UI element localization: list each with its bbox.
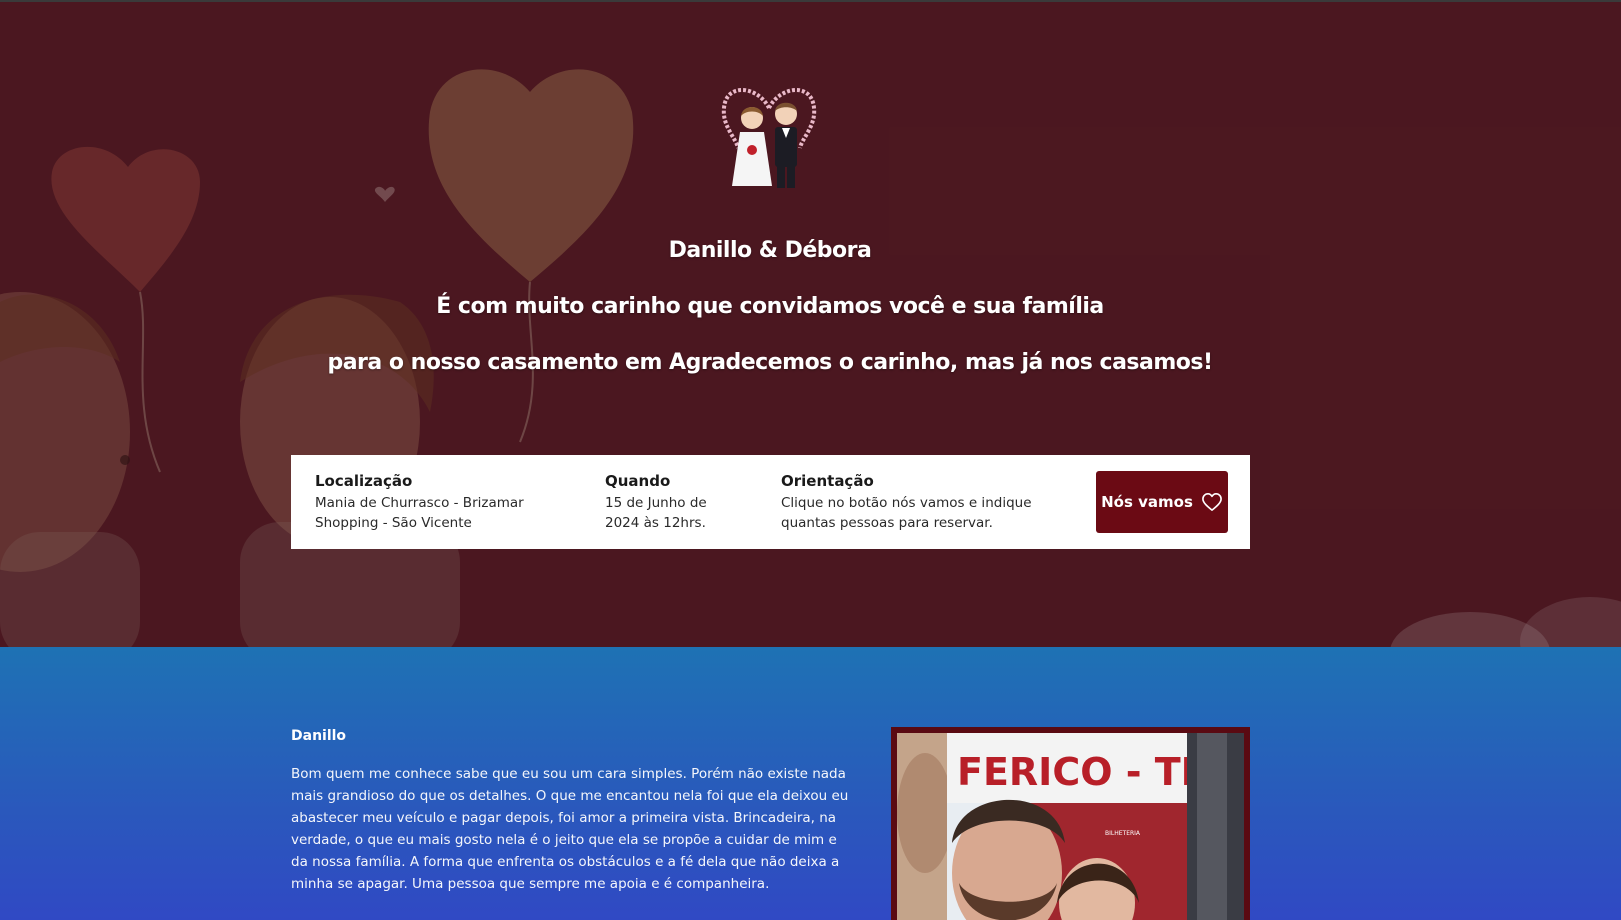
location-label: Localização	[315, 472, 413, 490]
location-block: Localização Mania de Churrasco - Brizama…	[315, 472, 565, 533]
invitation-line-2: para o nosso casamento em Agradecemos o …	[327, 350, 1213, 375]
hero-section: Danillo & Débora É com muito carinho que…	[0, 0, 1621, 647]
heart-icon	[1201, 493, 1222, 511]
date-block: Quando 15 de Junho de 2024 às 12hrs.	[605, 472, 745, 533]
couple-photo: FERICO - TRE BILHETERIA	[897, 733, 1244, 920]
date-value: 15 de Junho de 2024 às 12hrs.	[605, 495, 707, 531]
photo-frame: FERICO - TRE BILHETERIA	[891, 727, 1250, 920]
about-section: Danillo Bom quem me conhece sabe que eu …	[0, 647, 1621, 920]
invitation-line-1: É com muito carinho que convidamos você …	[436, 294, 1104, 319]
guidance-block: Orientação Clique no botão nós vamos e i…	[781, 472, 1071, 533]
guidance-value: Clique no botão nós vamos e indique quan…	[781, 495, 1032, 531]
rsvp-button[interactable]: Nós vamos	[1096, 471, 1228, 533]
photo-small-sign: BILHETERIA	[1105, 830, 1141, 837]
date-label: Quando	[605, 472, 671, 490]
bio-text: Bom quem me conhece sabe que eu sou um c…	[291, 766, 849, 892]
bio-name: Danillo	[291, 728, 347, 744]
guidance-label: Orientação	[781, 472, 874, 490]
event-info-card: Localização Mania de Churrasco - Brizama…	[291, 455, 1250, 549]
rsvp-button-label: Nós vamos	[1101, 493, 1193, 511]
location-value: Mania de Churrasco - Brizamar Shopping -…	[315, 495, 524, 531]
couple-names: Danillo & Débora	[668, 238, 872, 263]
couple-illustration	[721, 88, 817, 188]
